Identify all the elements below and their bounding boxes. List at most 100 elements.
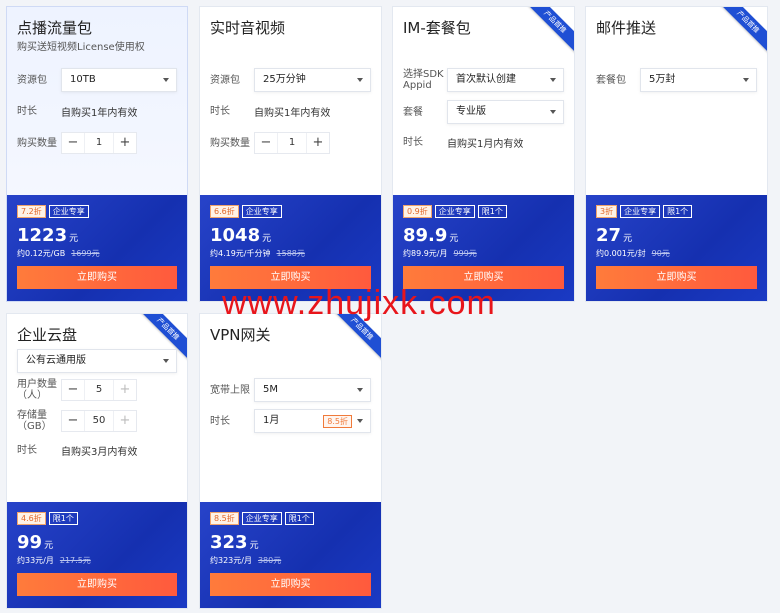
resource-value: 10TB [70, 74, 96, 85]
price-amount: 323 [210, 532, 248, 553]
unit-price: 约0.001元/封 [596, 249, 646, 258]
minus-button[interactable]: − [255, 133, 277, 153]
storage-value[interactable]: 50 [84, 411, 114, 431]
sdk-appid-value: 首次默认创建 [456, 74, 516, 85]
minus-button[interactable]: − [62, 411, 84, 431]
quantity-label: 购买数量 [17, 137, 57, 149]
quantity-stepper[interactable]: − 1 + [254, 132, 330, 154]
price-panel: 7.2折 企业专享 1223 元 约0.12元/GB 1699元 立即购买 [7, 195, 187, 301]
discount-badge: 4.6折 [17, 512, 46, 525]
original-price: 380元 [257, 556, 282, 565]
package-value: 5万封 [649, 74, 676, 85]
resource-select[interactable]: 25万分钟 [254, 68, 371, 92]
buy-now-button[interactable]: 立即购买 [596, 266, 757, 289]
price: 1048 元 [210, 225, 271, 246]
quantity-value[interactable]: 1 [277, 133, 307, 153]
edition-value: 公有云通用版 [26, 355, 86, 366]
card-rtc: 实时音视频 资源包 25万分钟 时长 自购买1年内有效 购买数量 − 1 + 6… [199, 6, 382, 302]
card-title: 实时音视频 [210, 19, 286, 37]
duration-value: 自购买1月内有效 [447, 138, 524, 150]
chevron-down-icon [163, 359, 169, 363]
price-panel: 4.6折 限1个 99 元 约33元/月 217.5元 立即购买 [7, 502, 187, 608]
limit-badge: 限1个 [477, 205, 507, 218]
duration-label: 时长 [210, 415, 230, 427]
chevron-down-icon [743, 78, 749, 82]
unit-price: 约4.19元/千分钟 [210, 249, 271, 258]
price-unit: 元 [249, 541, 259, 551]
chevron-down-icon [550, 78, 556, 82]
discount-badge: 3折 [596, 205, 618, 218]
price-unit: 元 [262, 234, 272, 244]
card-email-push: 产品首推 邮件推送 套餐包 5万封 3折 企业专享 限1个 27 元 约0.001… [585, 6, 768, 302]
limit-badge: 限1个 [48, 512, 78, 525]
bandwidth-select[interactable]: 5M [254, 378, 371, 402]
plan-label: 套餐 [403, 106, 423, 118]
minus-button[interactable]: − [62, 380, 84, 400]
storage-label: 存储量（GB） [17, 410, 52, 432]
package-label: 套餐包 [596, 74, 626, 86]
price-unit: 元 [69, 234, 79, 244]
users-label: 用户数量（人） [17, 379, 57, 401]
buy-now-button[interactable]: 立即购买 [17, 266, 177, 289]
price-amount: 89.9 [403, 225, 448, 246]
unit-price: 约33元/月 [17, 556, 54, 565]
price: 27 元 [596, 225, 632, 246]
chevron-down-icon [357, 419, 363, 423]
package-select[interactable]: 5万封 [640, 68, 757, 92]
price-panel: 8.5折 企业专享 限1个 323 元 约323元/月 380元 立即购买 [200, 502, 381, 608]
resource-value: 25万分钟 [263, 74, 306, 85]
quantity-stepper[interactable]: − 1 + [61, 132, 137, 154]
price-amount: 1223 [17, 225, 68, 246]
card-title: 企业云盘 [17, 326, 78, 344]
quantity-label: 购买数量 [210, 137, 250, 149]
enterprise-badge: 企业专享 [241, 512, 282, 525]
discount-badge: 0.9折 [403, 205, 432, 218]
plus-button[interactable]: + [307, 133, 329, 153]
resource-select[interactable]: 10TB [61, 68, 177, 92]
discount-badge: 8.5折 [210, 512, 239, 525]
original-price: 217.5元 [59, 556, 91, 565]
enterprise-badge: 企业专享 [241, 205, 282, 218]
discount-badge: 6.6折 [210, 205, 239, 218]
enterprise-badge: 企业专享 [620, 205, 661, 218]
storage-stepper[interactable]: − 50 + [61, 410, 137, 432]
sdk-appid-label: 选择SDK Appid [403, 69, 444, 91]
buy-now-button[interactable]: 立即购买 [17, 573, 177, 596]
card-title: 点播流量包 [17, 19, 93, 37]
featured-ribbon: 产品首推 [519, 7, 574, 58]
plus-button[interactable]: + [114, 380, 136, 400]
sdk-appid-select[interactable]: 首次默认创建 [447, 68, 564, 92]
card-title: IM-套餐包 [403, 19, 471, 37]
buy-now-button[interactable]: 立即购买 [210, 573, 371, 596]
plus-button[interactable]: + [114, 133, 136, 153]
duration-value: 自购买1年内有效 [254, 107, 331, 119]
original-price: 1588元 [276, 249, 305, 258]
edition-select[interactable]: 公有云通用版 [17, 349, 177, 373]
plus-button[interactable]: + [114, 411, 136, 431]
unit-price: 约0.12元/GB [17, 249, 66, 258]
users-stepper[interactable]: − 5 + [61, 379, 137, 401]
card-enterprise-disk: 产品首推 企业云盘 公有云通用版 用户数量（人） − 5 + 存储量（GB） −… [6, 313, 188, 609]
card-title: VPN网关 [210, 326, 271, 344]
chevron-down-icon [163, 78, 169, 82]
featured-ribbon: 产品首推 [712, 7, 767, 58]
duration-select[interactable]: 1月 8.5折 [254, 409, 371, 433]
price: 1223 元 [17, 225, 78, 246]
resource-label: 资源包 [17, 74, 47, 86]
price-unit: 元 [44, 541, 54, 551]
plan-value: 专业版 [456, 106, 486, 117]
minus-button[interactable]: − [62, 133, 84, 153]
bandwidth-label: 宽带上限 [210, 384, 250, 396]
plan-select[interactable]: 专业版 [447, 100, 564, 124]
price: 323 元 [210, 532, 259, 553]
quantity-value[interactable]: 1 [84, 133, 114, 153]
limit-badge: 限1个 [663, 205, 693, 218]
duration-label: 时长 [17, 444, 37, 456]
enterprise-badge: 企业专享 [434, 205, 475, 218]
discount-badge: 7.2折 [17, 205, 46, 218]
original-price: 999元 [453, 249, 477, 258]
card-vpn-gateway: 产品首推 VPN网关 宽带上限 5M 时长 1月 8.5折 8.5折 企业专享 … [199, 313, 382, 609]
bandwidth-value: 5M [263, 384, 278, 395]
users-value[interactable]: 5 [84, 380, 114, 400]
price-amount: 1048 [210, 225, 261, 246]
